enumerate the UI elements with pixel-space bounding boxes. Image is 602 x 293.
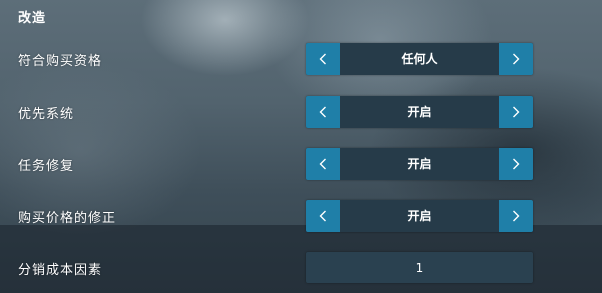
chevron-left-icon — [319, 106, 326, 118]
purchase-eligibility-prev-button[interactable] — [306, 43, 340, 75]
section-title: 改造 — [18, 11, 47, 26]
setting-label-mission-repair: 任务修复 — [18, 159, 75, 174]
chevron-right-icon — [513, 210, 520, 222]
distribution-cost-factor-field[interactable]: 1 — [306, 252, 533, 283]
chevron-right-icon — [513, 158, 520, 170]
purchase-price-modifier-selector: 开启 — [306, 200, 533, 232]
priority-system-selector: 开启 — [306, 96, 533, 128]
chevron-left-icon — [319, 53, 326, 65]
mission-repair-selector: 开启 — [306, 148, 533, 180]
priority-system-value: 开启 — [407, 105, 432, 119]
mission-repair-next-button[interactable] — [499, 148, 533, 180]
mission-repair-prev-button[interactable] — [306, 148, 340, 180]
purchase-price-modifier-prev-button[interactable] — [306, 200, 340, 232]
chevron-right-icon — [513, 106, 520, 118]
purchase-price-modifier-next-button[interactable] — [499, 200, 533, 232]
purchase-price-modifier-value: 开启 — [407, 209, 432, 223]
priority-system-next-button[interactable] — [499, 96, 533, 128]
purchase-eligibility-selector: 任何人 — [306, 43, 533, 75]
distribution-cost-factor-value: 1 — [415, 261, 424, 275]
setting-label-distribution-cost-factor: 分销成本因素 — [18, 263, 103, 278]
mission-repair-value: 开启 — [407, 157, 432, 171]
setting-label-purchase-eligibility: 符合购买资格 — [18, 54, 103, 69]
chevron-right-icon — [513, 53, 520, 65]
purchase-eligibility-value: 任何人 — [401, 52, 438, 66]
chevron-left-icon — [319, 210, 326, 222]
priority-system-prev-button[interactable] — [306, 96, 340, 128]
chevron-left-icon — [319, 158, 326, 170]
purchase-eligibility-next-button[interactable] — [499, 43, 533, 75]
setting-label-priority-system: 优先系统 — [18, 107, 75, 122]
setting-label-purchase-price-modifier: 购买价格的修正 — [18, 211, 117, 226]
